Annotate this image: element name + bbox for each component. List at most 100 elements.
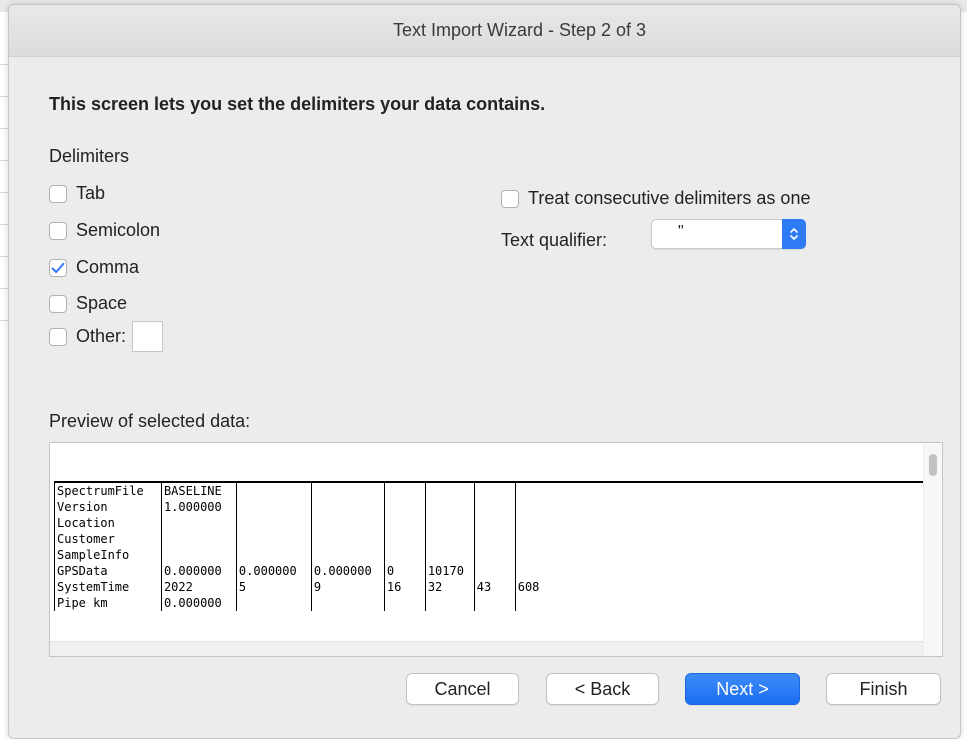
table-row: Version 1.000000 xyxy=(54,499,925,515)
table-row: Customer xyxy=(54,531,925,547)
table-cell: 16 xyxy=(383,579,426,595)
table-cell: SpectrumFile xyxy=(54,481,162,499)
table-cell xyxy=(160,515,237,531)
table-cell: Customer xyxy=(54,531,162,547)
data-preview-scroll-area: SpectrumFile BASELINE Version 1.000000 Locat… xyxy=(50,443,925,656)
table-cell: GPSData xyxy=(54,563,162,579)
tab-delimiter-option[interactable]: Tab xyxy=(49,183,105,204)
table-cell xyxy=(383,595,426,611)
text-qualifier-select[interactable]: " xyxy=(651,219,806,249)
table-cell xyxy=(424,531,475,547)
table-cell xyxy=(424,515,475,531)
table-cell xyxy=(424,595,475,611)
table-cell xyxy=(310,499,385,515)
table-cell xyxy=(235,481,312,499)
chevron-up-down-icon[interactable] xyxy=(782,219,806,249)
table-cell xyxy=(310,531,385,547)
table-cell: 9 xyxy=(310,579,385,595)
comma-checkbox[interactable] xyxy=(49,258,67,277)
next-button[interactable]: Next > xyxy=(685,673,800,705)
table-cell xyxy=(424,547,475,563)
table-cell: 0 xyxy=(383,563,426,579)
table-row: SystemTime 2022 5 9 16 32 43 608 xyxy=(54,579,925,595)
space-label: Space xyxy=(76,293,128,313)
table-cell: 0.000000 xyxy=(160,595,237,611)
other-label: Other: xyxy=(76,326,127,346)
data-preview-table: SpectrumFile BASELINE Version 1.000000 Locat… xyxy=(54,481,925,611)
other-checkbox[interactable] xyxy=(49,327,67,346)
text-qualifier-label: Text qualifier: xyxy=(501,230,608,250)
table-cell xyxy=(235,595,312,611)
table-cell xyxy=(383,499,426,515)
table-cell xyxy=(235,515,312,531)
text-qualifier-value: " xyxy=(678,223,684,240)
back-button[interactable]: < Back xyxy=(546,673,659,705)
table-row: GPSData 0.000000 0.000000 0.000000 0 10170 xyxy=(54,563,925,579)
semicolon-checkbox[interactable] xyxy=(49,221,67,240)
table-cell xyxy=(383,547,426,563)
table-cell: 5 xyxy=(235,579,312,595)
table-cell xyxy=(424,481,475,499)
table-cell: 32 xyxy=(424,579,475,595)
table-cell xyxy=(383,481,426,499)
consecutive-delimiters-label: Treat consecutive delimiters as one xyxy=(528,188,811,208)
table-cell xyxy=(160,547,237,563)
preview-label: Preview of selected data: xyxy=(49,411,251,431)
comma-delimiter-option[interactable]: Comma xyxy=(49,257,139,278)
table-cell xyxy=(160,531,237,547)
title-bar[interactable]: Text Import Wizard - Step 2 of 3 xyxy=(9,5,960,57)
table-cell xyxy=(310,515,385,531)
table-cell xyxy=(473,595,516,611)
semicolon-label: Semicolon xyxy=(76,220,161,240)
table-cell: 2022 xyxy=(160,579,237,595)
table-cell xyxy=(514,563,925,579)
table-cell xyxy=(514,481,925,499)
table-cell xyxy=(514,595,925,611)
table-cell xyxy=(473,531,516,547)
table-cell: 0.000000 xyxy=(235,563,312,579)
table-cell: Location xyxy=(54,515,162,531)
table-cell xyxy=(514,515,925,531)
other-delimiter-input[interactable] xyxy=(132,321,164,352)
table-cell: SampleInfo xyxy=(54,547,162,563)
space-delimiter-option[interactable]: Space xyxy=(49,293,127,314)
data-preview-panel[interactable]: SpectrumFile BASELINE Version 1.000000 Locat… xyxy=(49,442,943,657)
table-cell: 0.000000 xyxy=(310,563,385,579)
table-cell: 43 xyxy=(473,579,516,595)
consecutive-delimiters-option[interactable]: Treat consecutive delimiters as one xyxy=(501,188,810,209)
space-checkbox[interactable] xyxy=(49,294,67,313)
table-row: SpectrumFile BASELINE xyxy=(54,481,925,499)
table-cell: Pipe km xyxy=(54,595,162,611)
table-row: Location xyxy=(54,515,925,531)
table-cell xyxy=(514,531,925,547)
table-cell xyxy=(514,499,925,515)
checkmark-icon xyxy=(51,262,65,273)
table-cell xyxy=(473,515,516,531)
table-cell xyxy=(383,531,426,547)
table-cell xyxy=(235,531,312,547)
consecutive-delimiters-checkbox[interactable] xyxy=(501,189,519,208)
table-cell xyxy=(383,515,426,531)
vertical-scrollbar-thumb[interactable] xyxy=(929,454,937,476)
tab-label: Tab xyxy=(76,183,106,203)
cancel-button[interactable]: Cancel xyxy=(406,673,519,705)
table-cell: BASELINE xyxy=(160,481,237,499)
finish-button[interactable]: Finish xyxy=(826,673,941,705)
dialog-heading: This screen lets you set the delimiters … xyxy=(49,94,546,114)
table-cell: 0.000000 xyxy=(160,563,237,579)
table-cell xyxy=(235,547,312,563)
table-cell: 1.000000 xyxy=(160,499,237,515)
text-import-wizard-dialog: Text Import Wizard - Step 2 of 3 This sc… xyxy=(8,4,961,739)
table-cell: Version xyxy=(54,499,162,515)
table-cell xyxy=(473,481,516,499)
table-cell xyxy=(473,499,516,515)
table-cell xyxy=(473,563,516,579)
table-row: Pipe km 0.000000 xyxy=(54,595,925,611)
other-delimiter-option[interactable]: Other: xyxy=(49,321,164,352)
table-cell xyxy=(424,499,475,515)
semicolon-delimiter-option[interactable]: Semicolon xyxy=(49,220,160,241)
table-cell xyxy=(473,547,516,563)
horizontal-scrollbar[interactable] xyxy=(50,641,924,656)
tab-checkbox[interactable] xyxy=(49,184,67,203)
vertical-scrollbar[interactable] xyxy=(923,443,942,656)
